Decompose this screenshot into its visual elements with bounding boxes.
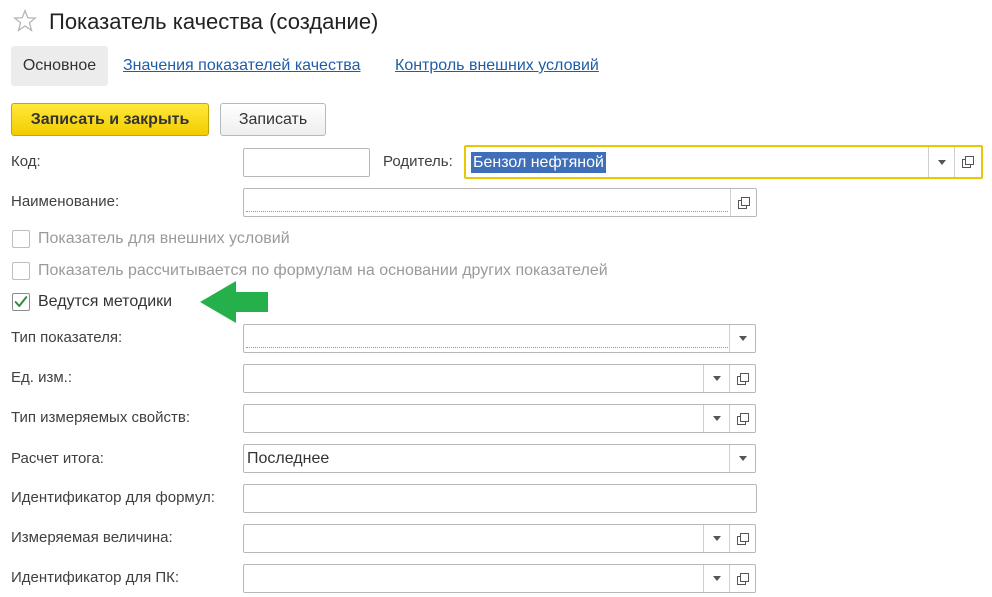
star-icon[interactable] bbox=[12, 8, 38, 34]
chevron-down-icon bbox=[738, 456, 747, 461]
required-underline bbox=[246, 347, 728, 348]
parent-open-button[interactable] bbox=[954, 147, 981, 177]
pc-id-dropdown-button[interactable] bbox=[703, 565, 729, 592]
measured-quantity-label: Измеряемая величина: bbox=[11, 529, 173, 546]
parent-label: Родитель: bbox=[383, 153, 453, 170]
required-underline bbox=[246, 211, 728, 212]
open-icon bbox=[736, 372, 749, 385]
checkbox-box[interactable] bbox=[12, 230, 30, 248]
checkbox-label: Показатель для внешних условий bbox=[38, 230, 290, 247]
unit-label: Ед. изм.: bbox=[11, 369, 72, 386]
formula-id-value bbox=[246, 488, 754, 508]
name-input[interactable] bbox=[243, 188, 757, 217]
tab-main[interactable]: Основное bbox=[11, 46, 108, 86]
indicator-type-label: Тип показателя: bbox=[11, 329, 123, 346]
formula-id-label: Идентификатор для формул: bbox=[11, 489, 215, 506]
indicator-type-select[interactable] bbox=[243, 324, 756, 353]
parent-dropdown-button[interactable] bbox=[928, 147, 954, 177]
open-icon bbox=[962, 156, 974, 168]
page-title: Показатель качества (создание) bbox=[49, 9, 379, 34]
checkbox-external-conditions[interactable]: Показатель для внешних условий bbox=[12, 229, 290, 249]
chevron-down-icon bbox=[738, 336, 747, 341]
checkbox-formula-calculated[interactable]: Показатель рассчитывается по формулам на… bbox=[12, 261, 608, 281]
chevron-down-icon bbox=[712, 376, 721, 381]
indicator-type-dropdown-button[interactable] bbox=[729, 325, 755, 352]
pc-id-value bbox=[246, 568, 701, 588]
formula-id-input[interactable] bbox=[243, 484, 757, 513]
name-label: Наименование: bbox=[11, 193, 120, 210]
pc-id-open-button[interactable] bbox=[729, 565, 755, 592]
measured-quantity-dropdown-button[interactable] bbox=[703, 525, 729, 552]
measured-quantity-value bbox=[246, 528, 701, 548]
total-calc-value: Последнее bbox=[247, 450, 330, 467]
measured-props-type-dropdown-button[interactable] bbox=[703, 405, 729, 432]
measured-quantity-select[interactable] bbox=[243, 524, 756, 553]
measured-props-type-select[interactable] bbox=[243, 404, 756, 433]
unit-open-button[interactable] bbox=[729, 365, 755, 392]
pc-id-select[interactable] bbox=[243, 564, 756, 593]
chevron-down-icon bbox=[712, 416, 721, 421]
chevron-down-icon bbox=[712, 576, 721, 581]
checkbox-label: Показатель рассчитывается по формулам на… bbox=[38, 262, 608, 279]
total-calc-select[interactable]: Последнее bbox=[243, 444, 756, 473]
tab-quality-values[interactable]: Значения показателей качества bbox=[123, 56, 361, 76]
indicator-type-value bbox=[246, 328, 727, 348]
open-icon bbox=[736, 412, 749, 425]
code-input[interactable] bbox=[243, 148, 370, 177]
checkbox-methods[interactable]: Ведутся методики bbox=[12, 292, 172, 312]
open-icon bbox=[736, 572, 749, 585]
parent-input[interactable]: Бензол нефтяной bbox=[464, 145, 983, 179]
save-button[interactable]: Записать bbox=[220, 103, 326, 136]
checkbox-box[interactable] bbox=[12, 262, 30, 280]
checkbox-box[interactable] bbox=[12, 293, 30, 311]
pc-id-label: Идентификатор для ПК: bbox=[11, 569, 180, 586]
measured-props-type-value bbox=[246, 408, 701, 428]
code-value bbox=[246, 152, 367, 172]
chevron-down-icon bbox=[712, 536, 721, 541]
checkbox-label: Ведутся методики bbox=[38, 293, 173, 310]
name-open-button[interactable] bbox=[730, 189, 756, 216]
measured-props-type-open-button[interactable] bbox=[729, 405, 755, 432]
open-icon bbox=[737, 196, 750, 209]
code-label: Код: bbox=[11, 153, 41, 170]
annotation-arrow-icon bbox=[200, 281, 268, 323]
open-icon bbox=[736, 532, 749, 545]
unit-dropdown-button[interactable] bbox=[703, 365, 729, 392]
measured-quantity-open-button[interactable] bbox=[729, 525, 755, 552]
checkmark-icon bbox=[14, 296, 28, 307]
chevron-down-icon bbox=[937, 159, 946, 165]
save-and-close-button[interactable]: Записать и закрыть bbox=[11, 103, 209, 136]
unit-value bbox=[246, 368, 701, 388]
tab-external-conditions[interactable]: Контроль внешних условий bbox=[395, 56, 599, 76]
total-calc-label: Расчет итога: bbox=[11, 450, 104, 467]
unit-select[interactable] bbox=[243, 364, 756, 393]
total-calc-dropdown-button[interactable] bbox=[729, 445, 755, 472]
parent-value: Бензол нефтяной bbox=[471, 152, 606, 173]
measured-props-type-label: Тип измеряемых свойств: bbox=[11, 409, 191, 426]
name-value bbox=[246, 192, 728, 212]
